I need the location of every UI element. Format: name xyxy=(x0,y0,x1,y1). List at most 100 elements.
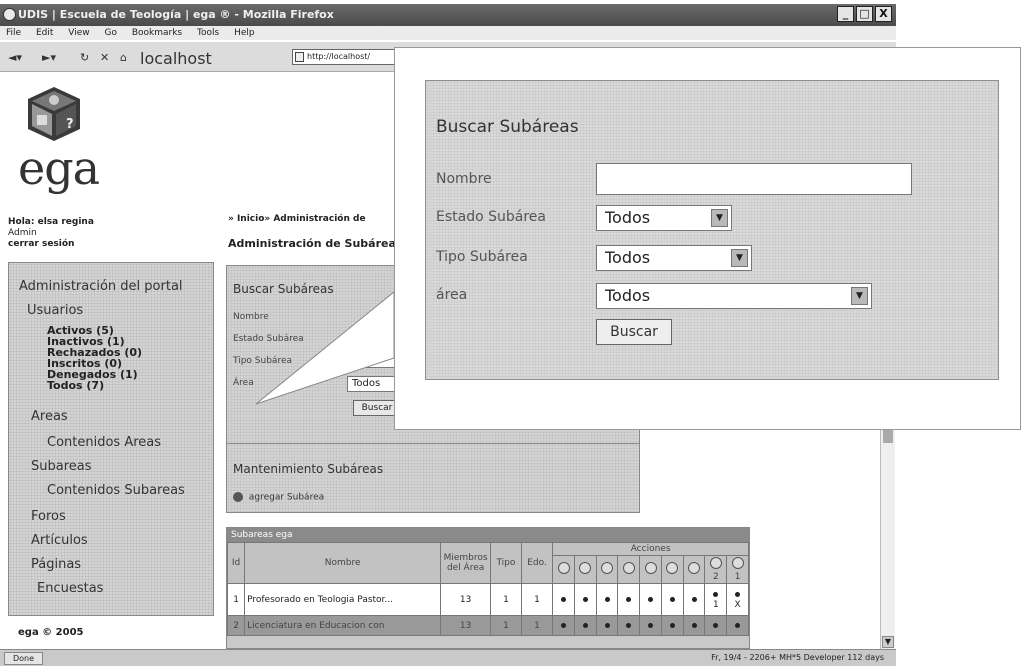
home-location-label[interactable]: localhost xyxy=(140,49,212,68)
url-bar[interactable]: http://localhost/ xyxy=(292,49,402,65)
row-action-approve[interactable] xyxy=(617,583,641,616)
action-dot-icon xyxy=(604,622,610,628)
row-nombre[interactable]: Licenciatura en Educacion con xyxy=(244,615,442,636)
content-icon xyxy=(666,562,679,574)
menu-file[interactable]: File xyxy=(6,28,21,38)
row-action-doc[interactable] xyxy=(726,615,749,636)
row-action-group[interactable]: 1 xyxy=(704,583,728,616)
sidebar-item-foros[interactable]: Foros xyxy=(31,509,66,524)
row-action-approve[interactable] xyxy=(617,615,641,636)
row-action-edit[interactable] xyxy=(573,615,597,636)
row-action-view[interactable] xyxy=(552,615,575,636)
buscar-button[interactable]: Buscar xyxy=(596,319,672,345)
stop-icon[interactable]: ✕ xyxy=(100,51,109,64)
sidebar-item-contenidos-subareas[interactable]: Contenidos Subareas xyxy=(47,483,185,498)
close-button[interactable]: X xyxy=(875,6,892,22)
menu-edit[interactable]: Edit xyxy=(36,28,53,38)
approve-icon xyxy=(622,562,635,574)
menu-bookmarks[interactable]: Bookmarks xyxy=(132,28,182,38)
action-header-state xyxy=(682,555,706,584)
area-select-value: Todos xyxy=(605,286,651,305)
row-action-group[interactable] xyxy=(704,615,728,636)
row-action-content[interactable] xyxy=(660,583,684,616)
status-text: Done xyxy=(4,652,44,665)
sidebar-item-subareas[interactable]: Subareas xyxy=(31,459,92,474)
row-action-state[interactable] xyxy=(682,615,706,636)
cube-logo-icon: ? xyxy=(28,87,80,141)
zoom-search-panel: Buscar Subáreas Nombre Estado Subárea Ti… xyxy=(425,80,999,380)
chevron-down-icon[interactable]: ▼ xyxy=(711,209,728,227)
url-text: http://localhost/ xyxy=(307,52,371,61)
breadcrumb[interactable]: » Inicio» Administración de xyxy=(228,214,366,224)
sidebar-item-usuarios[interactable]: Usuarios xyxy=(27,303,83,318)
action-dot-icon xyxy=(713,622,719,628)
nombre-label: Nombre xyxy=(233,312,269,322)
row-action-members[interactable] xyxy=(639,615,662,636)
action-count-b: 1 xyxy=(734,572,741,582)
menu-view[interactable]: View xyxy=(68,28,89,38)
menu-tools[interactable]: Tools xyxy=(197,28,219,38)
sidebar-item-encuestas[interactable]: Encuestas xyxy=(37,581,103,596)
row-extra-a: 1 xyxy=(712,599,719,610)
action-dot-icon xyxy=(604,596,610,602)
tipo-select-value: Todos xyxy=(605,248,651,267)
link-icon xyxy=(601,562,614,574)
scroll-down-arrow-icon[interactable]: ▼ xyxy=(882,636,894,648)
search-panel-title: Buscar Subáreas xyxy=(233,282,334,296)
row-action-view[interactable] xyxy=(552,583,575,616)
action-header-edit xyxy=(573,555,597,584)
subareas-table: Id Nombre Miembros del Área Tipo Edo. Ac… xyxy=(226,542,749,636)
action-dot-icon xyxy=(691,622,697,628)
row-action-link[interactable] xyxy=(595,615,619,636)
row-tipo: 1 xyxy=(490,583,522,616)
menu-help[interactable]: Help xyxy=(234,28,255,38)
reload-icon[interactable]: ↻ xyxy=(80,51,89,64)
logout-link[interactable]: cerrar sesión xyxy=(8,239,94,250)
area-dropdown[interactable]: Todos ▼ xyxy=(596,283,872,309)
estado-select-value: Todos xyxy=(605,208,651,227)
tipo-subarea-select[interactable]: Todos ▼ xyxy=(596,245,752,271)
row-action-link[interactable] xyxy=(595,583,619,616)
maximize-button[interactable]: □ xyxy=(856,6,873,22)
chevron-down-icon[interactable]: ▼ xyxy=(851,287,868,305)
nombre-input[interactable] xyxy=(596,163,912,195)
zoom-nombre-label: Nombre xyxy=(436,171,492,187)
row-action-state[interactable] xyxy=(682,583,706,616)
row-nombre[interactable]: Profesorado en Teologia Pastor... xyxy=(244,583,442,616)
minimize-button[interactable]: _ xyxy=(837,6,854,22)
status-bar: Done Fr, 19/4 - 2206+ MH*5 Developer 112… xyxy=(0,649,896,666)
members-icon xyxy=(644,562,657,574)
sidebar-item-paginas[interactable]: Páginas xyxy=(31,557,81,572)
page-title: Administración de Subáreas xyxy=(228,237,403,250)
back-icon[interactable]: ◄▾ xyxy=(8,51,22,64)
action-header-approve xyxy=(617,555,641,584)
sidebar-link-todos[interactable]: Todos (7) xyxy=(47,380,104,391)
action-header-count-b: 1 xyxy=(726,555,749,584)
chevron-down-icon[interactable]: ▼ xyxy=(731,249,748,267)
row-miembros: 13 xyxy=(440,615,492,636)
action-dot-icon xyxy=(669,596,675,602)
action-header-count-a: 2 xyxy=(704,555,728,584)
row-action-edit[interactable] xyxy=(573,583,597,616)
add-subarea-link[interactable]: agregar Subárea xyxy=(233,492,324,503)
menu-bar: File Edit View Go Bookmarks Tools Help xyxy=(0,26,896,40)
action-dot-icon xyxy=(648,622,654,628)
estado-select[interactable]: Todos ▼ xyxy=(596,205,732,231)
state-icon xyxy=(688,562,701,574)
status-right-info: Fr, 19/4 - 2206+ MH*5 Developer 112 days xyxy=(711,653,884,662)
zoom-tipo-label: Tipo Subárea xyxy=(436,249,528,265)
tipo-label: Tipo Subárea xyxy=(233,356,293,366)
sidebar-item-areas[interactable]: Areas xyxy=(31,409,68,424)
sidebar-item-contenidos-areas[interactable]: Contenidos Areas xyxy=(47,435,161,450)
action-dot-icon xyxy=(713,591,719,597)
sidebar-item-articulos[interactable]: Artículos xyxy=(31,533,88,548)
row-action-content[interactable] xyxy=(660,615,684,636)
row-action-doc[interactable]: X xyxy=(726,583,749,616)
menu-go[interactable]: Go xyxy=(104,28,116,38)
action-dot-icon xyxy=(582,596,588,602)
home-icon[interactable]: ⌂ xyxy=(120,51,127,64)
document-icon xyxy=(731,557,744,569)
forward-icon[interactable]: ►▾ xyxy=(42,51,56,64)
row-action-members[interactable] xyxy=(639,583,662,616)
user-greeting: Hola: elsa regina xyxy=(8,217,94,227)
